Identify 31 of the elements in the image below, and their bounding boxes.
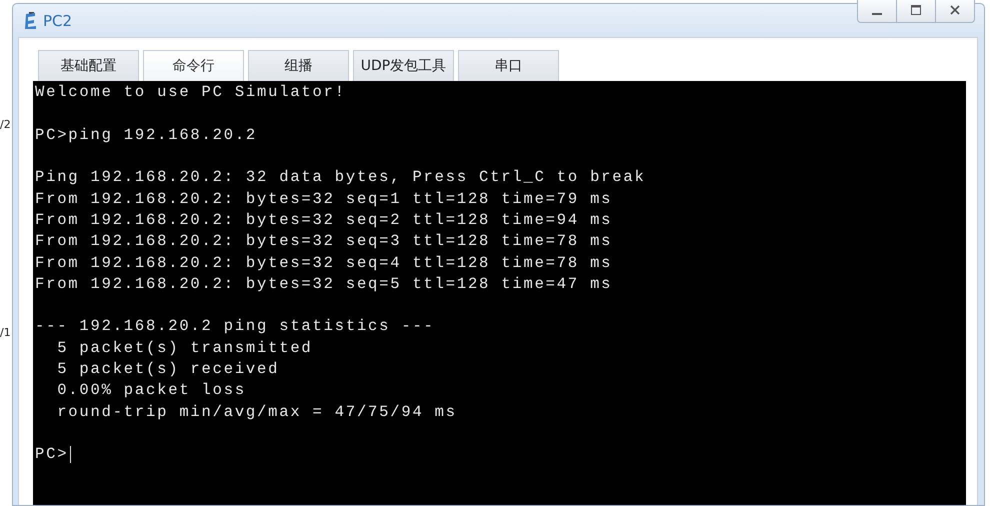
- console-line: From 192.168.20.2: bytes=32 seq=1 ttl=128 time=79 ms: [35, 188, 612, 210]
- app-icon: [23, 12, 39, 30]
- console-line: 0.00% packet loss: [56, 380, 246, 402]
- console-line: --- 192.168.20.2 ping statistics ---: [35, 316, 435, 338]
- tab[interactable]: UDP发包工具: [353, 50, 454, 81]
- text-cursor: [70, 446, 72, 464]
- console-line: PC>ping 192.168.20.2: [35, 124, 258, 146]
- console-line: PC>: [35, 444, 68, 466]
- close-button[interactable]: [935, 0, 975, 23]
- minimize-icon: [872, 13, 882, 15]
- close-icon: [949, 4, 961, 16]
- port-label: /1: [0, 326, 12, 340]
- console-line: From 192.168.20.2: bytes=32 seq=5 ttl=128 time=47 ms: [35, 274, 612, 295]
- tab[interactable]: 命令行: [143, 50, 244, 81]
- console-line: 5 packet(s) transmitted: [56, 338, 313, 359]
- port-label: /2: [0, 118, 12, 132]
- console-line: From 192.168.20.2: bytes=32 seq=3 ttl=128 time=78 ms: [35, 231, 612, 252]
- tab[interactable]: 串口: [458, 50, 559, 81]
- maximize-icon: [910, 4, 922, 16]
- console-line: Welcome to use PC Simulator!: [35, 82, 346, 104]
- console-line: 5 packet(s) received: [56, 359, 280, 380]
- console-line: Ping 192.168.20.2: 32 data bytes, Press Ctrl_C to break: [35, 167, 646, 188]
- minimize-button[interactable]: [857, 0, 897, 23]
- console-line: From 192.168.20.2: bytes=32 seq=2 ttl=128 time=94 ms: [35, 210, 612, 231]
- window-title: PC2: [43, 12, 72, 30]
- tab[interactable]: 基础配置: [38, 50, 139, 81]
- console-line: round-trip min/avg/max = 47/75/94 ms: [56, 402, 457, 423]
- console-line: From 192.168.20.2: bytes=32 seq=4 ttl=128 time=78 ms: [35, 252, 612, 274]
- tab[interactable]: 组播: [248, 50, 349, 81]
- maximize-button[interactable]: [896, 0, 936, 23]
- terminal-console[interactable]: [33, 81, 966, 505]
